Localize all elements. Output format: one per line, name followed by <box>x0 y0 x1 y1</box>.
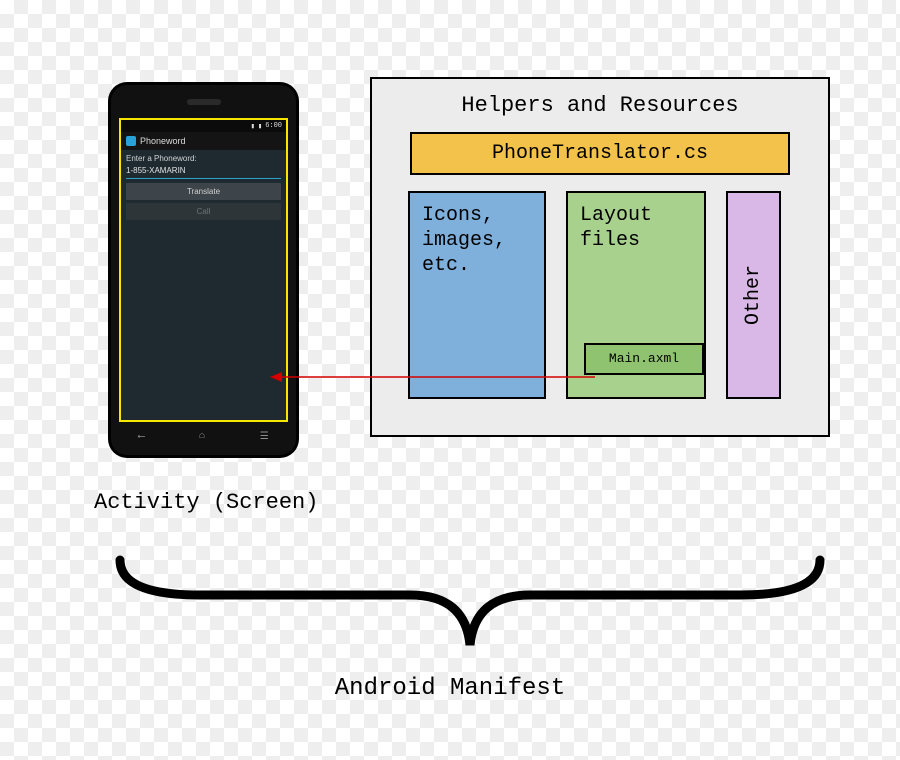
translate-button[interactable]: Translate <box>126 183 281 200</box>
icons-box: Icons, images, etc. <box>408 191 546 399</box>
manifest-caption: Android Manifest <box>0 675 900 702</box>
app-icon <box>126 136 136 146</box>
phoneword-input[interactable]: 1-855-XAMARIN <box>126 164 281 179</box>
panel-title: Helpers and Resources <box>372 79 828 128</box>
phone-mockup: ▮ ▮ 6:00 Phoneword Enter a Phoneword: 1-… <box>111 85 296 455</box>
phone-status-bar: ▮ ▮ 6:00 <box>121 120 286 132</box>
other-box-label: Other <box>741 265 766 325</box>
nav-recent-icon[interactable]: ☰ <box>260 431 269 443</box>
call-button[interactable]: Call <box>126 203 281 220</box>
app-title: Phoneword <box>140 136 186 146</box>
layout-file-box: Main.axml <box>584 343 704 375</box>
activity-caption: Activity (Screen) <box>94 490 318 515</box>
app-title-bar: Phoneword <box>121 132 286 150</box>
phone-screen: ▮ ▮ 6:00 Phoneword Enter a Phoneword: 1-… <box>119 118 288 422</box>
nav-home-icon[interactable]: ⌂ <box>199 431 205 443</box>
layout-box-label: Layout files <box>580 203 692 253</box>
other-box: Other <box>726 191 781 399</box>
curly-brace <box>110 555 830 650</box>
signal-icon: ▮ <box>251 122 255 131</box>
battery-icon: ▮ <box>258 122 262 131</box>
field-label: Enter a Phoneword: <box>121 150 286 163</box>
connector-arrow <box>280 377 592 378</box>
helper-file-box: PhoneTranslator.cs <box>410 132 790 175</box>
layout-box: Layout files Main.axml <box>566 191 706 399</box>
clock-text: 6:00 <box>265 122 282 130</box>
resources-row: Icons, images, etc. Layout files Main.ax… <box>372 189 828 399</box>
nav-back-icon[interactable]: ⟵ <box>138 431 144 443</box>
phone-speaker <box>187 99 221 105</box>
phone-nav-bar: ⟵ ⌂ ☰ <box>111 431 296 443</box>
